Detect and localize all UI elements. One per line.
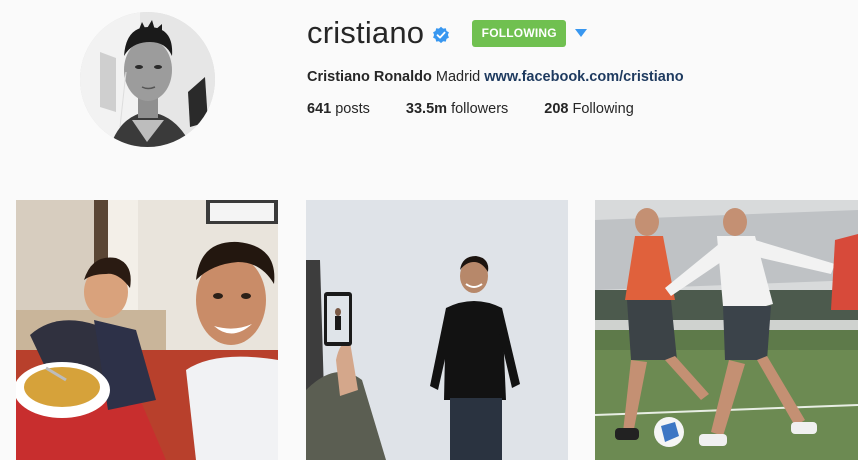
triangle-down-icon[interactable] (574, 27, 588, 39)
username: cristiano (307, 15, 425, 50)
verified-badge-icon (432, 26, 450, 44)
followers-stat[interactable]: 33.5m followers (406, 101, 508, 117)
photo-post-3-image (595, 200, 858, 460)
profile-avatar[interactable] (80, 12, 215, 147)
full-name: Cristiano Ronaldo (307, 69, 432, 85)
following-button[interactable]: FOLLOWING (472, 19, 567, 47)
bio-text: Madrid (435, 69, 481, 85)
profile-stats: 641 posts 33.5m followers 208 Following (307, 101, 847, 117)
profile-info: cristiano FOLLOWING Cristiano Ronaldo Ma… (307, 14, 847, 117)
photo-post-1[interactable] (16, 200, 278, 460)
avatar-photo (80, 12, 215, 147)
profile-bio: Cristiano Ronaldo Madrid www.facebook.co… (307, 68, 847, 86)
posts-label: posts (335, 101, 370, 117)
following-count: 208 (544, 101, 569, 117)
profile-header: cristiano FOLLOWING Cristiano Ronaldo Ma… (0, 0, 858, 200)
following-label: Following (572, 101, 634, 117)
photo-grid (16, 200, 858, 460)
posts-count: 641 (307, 101, 332, 117)
posts-stat: 641 posts (307, 101, 370, 117)
profile-top-row: cristiano FOLLOWING (307, 14, 847, 52)
followers-label: followers (451, 101, 509, 117)
photo-post-1-image (16, 200, 278, 460)
photo-post-3[interactable] (595, 200, 858, 460)
website-link[interactable]: www.facebook.com/cristiano (484, 69, 683, 85)
followers-count: 33.5m (405, 101, 448, 117)
photo-post-2[interactable] (306, 200, 568, 460)
following-stat[interactable]: 208 Following (544, 101, 633, 117)
photo-post-2-image (306, 200, 568, 460)
